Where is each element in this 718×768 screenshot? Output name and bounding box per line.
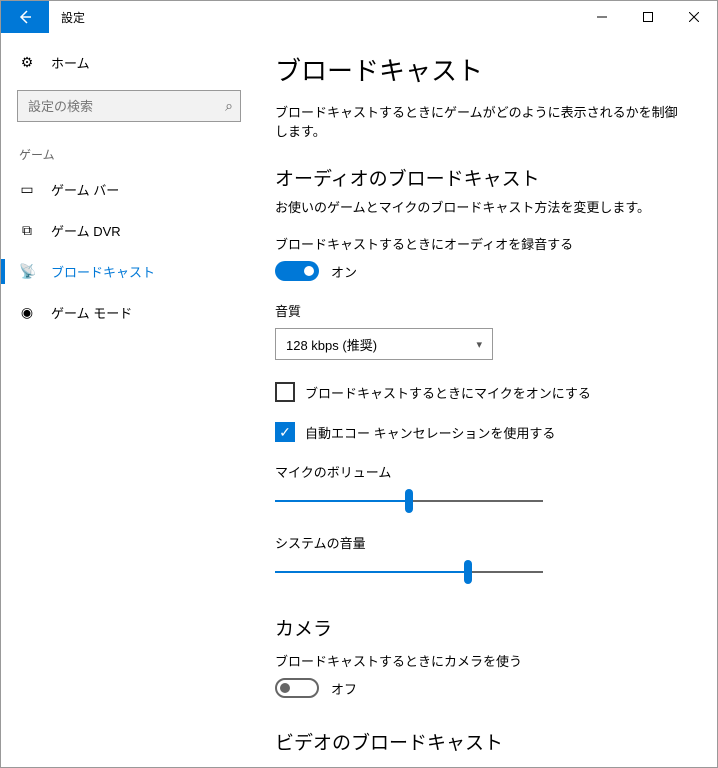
echo-cancel-label: 自動エコー キャンセレーションを使用する xyxy=(305,423,555,442)
search-input[interactable] xyxy=(17,90,241,122)
home-label: ホーム xyxy=(51,53,90,72)
maximize-button[interactable] xyxy=(625,1,671,33)
camera-state: オフ xyxy=(331,679,357,698)
record-audio-state: オン xyxy=(331,262,357,281)
camera-toggle[interactable] xyxy=(275,678,319,698)
mic-volume-label: マイクのボリューム xyxy=(275,462,689,481)
maximize-icon xyxy=(643,12,653,22)
audio-sub: お使いのゲームとマイクのブロードキャスト方法を変更します。 xyxy=(275,197,689,216)
sidebar-item-label: ゲーム DVR xyxy=(51,221,121,240)
sidebar-item-label: ゲーム バー xyxy=(51,180,119,199)
audio-heading: オーディオのブロードキャスト xyxy=(275,164,689,191)
close-icon xyxy=(689,12,699,22)
sidebar-item-gamemode[interactable]: ◉ ゲーム モード xyxy=(1,292,257,333)
sidebar: ⚙ ホーム ⌕ ゲーム ▭ ゲーム バー ⧉ ゲーム DVR 📡 ブロードキャス… xyxy=(1,33,257,767)
camera-heading: カメラ xyxy=(275,614,689,641)
chevron-down-icon: ▾ xyxy=(476,338,482,351)
home-button[interactable]: ⚙ ホーム xyxy=(1,45,257,80)
gamebar-icon: ▭ xyxy=(19,181,35,198)
sidebar-item-broadcast[interactable]: 📡 ブロードキャスト xyxy=(1,251,257,292)
close-button[interactable] xyxy=(671,1,717,33)
dvr-icon: ⧉ xyxy=(19,222,35,239)
gear-icon: ⚙ xyxy=(19,54,35,71)
record-audio-toggle[interactable] xyxy=(275,261,319,281)
back-arrow-icon xyxy=(17,9,33,25)
video-heading: ビデオのブロードキャスト xyxy=(275,728,689,755)
camera-use-label: ブロードキャストするときにカメラを使う xyxy=(275,651,689,670)
echo-cancel-checkbox[interactable]: ✓ xyxy=(275,422,295,442)
page-title: ブロードキャスト xyxy=(275,51,689,88)
minimize-icon xyxy=(597,12,607,22)
system-volume-slider[interactable] xyxy=(275,560,543,584)
minimize-button[interactable] xyxy=(579,1,625,33)
sidebar-item-gamedvr[interactable]: ⧉ ゲーム DVR xyxy=(1,210,257,251)
record-audio-label: ブロードキャストするときにオーディオを録音する xyxy=(275,234,689,253)
page-description: ブロードキャストするときにゲームがどのように表示されるかを制御します。 xyxy=(275,102,689,140)
sidebar-item-label: ブロードキャスト xyxy=(51,262,155,281)
window-title: 設定 xyxy=(49,1,97,33)
broadcast-icon: 📡 xyxy=(19,263,35,280)
mic-on-checkbox[interactable] xyxy=(275,382,295,402)
search-icon: ⌕ xyxy=(225,98,233,115)
back-button[interactable] xyxy=(1,1,49,33)
sidebar-item-label: ゲーム モード xyxy=(51,303,132,322)
gamemode-icon: ◉ xyxy=(19,304,35,321)
nav-group-label: ゲーム xyxy=(1,138,257,169)
mic-on-label: ブロードキャストするときにマイクをオンにする xyxy=(305,383,591,402)
mic-volume-slider[interactable] xyxy=(275,489,543,513)
sidebar-item-gamebar[interactable]: ▭ ゲーム バー xyxy=(1,169,257,210)
quality-select[interactable]: 128 kbps (推奨) ▾ xyxy=(275,328,493,360)
quality-value: 128 kbps (推奨) xyxy=(286,335,377,354)
content-pane: ブロードキャスト ブロードキャストするときにゲームがどのように表示されるかを制御… xyxy=(257,33,717,767)
system-volume-label: システムの音量 xyxy=(275,533,689,552)
quality-label: 音質 xyxy=(275,301,689,320)
